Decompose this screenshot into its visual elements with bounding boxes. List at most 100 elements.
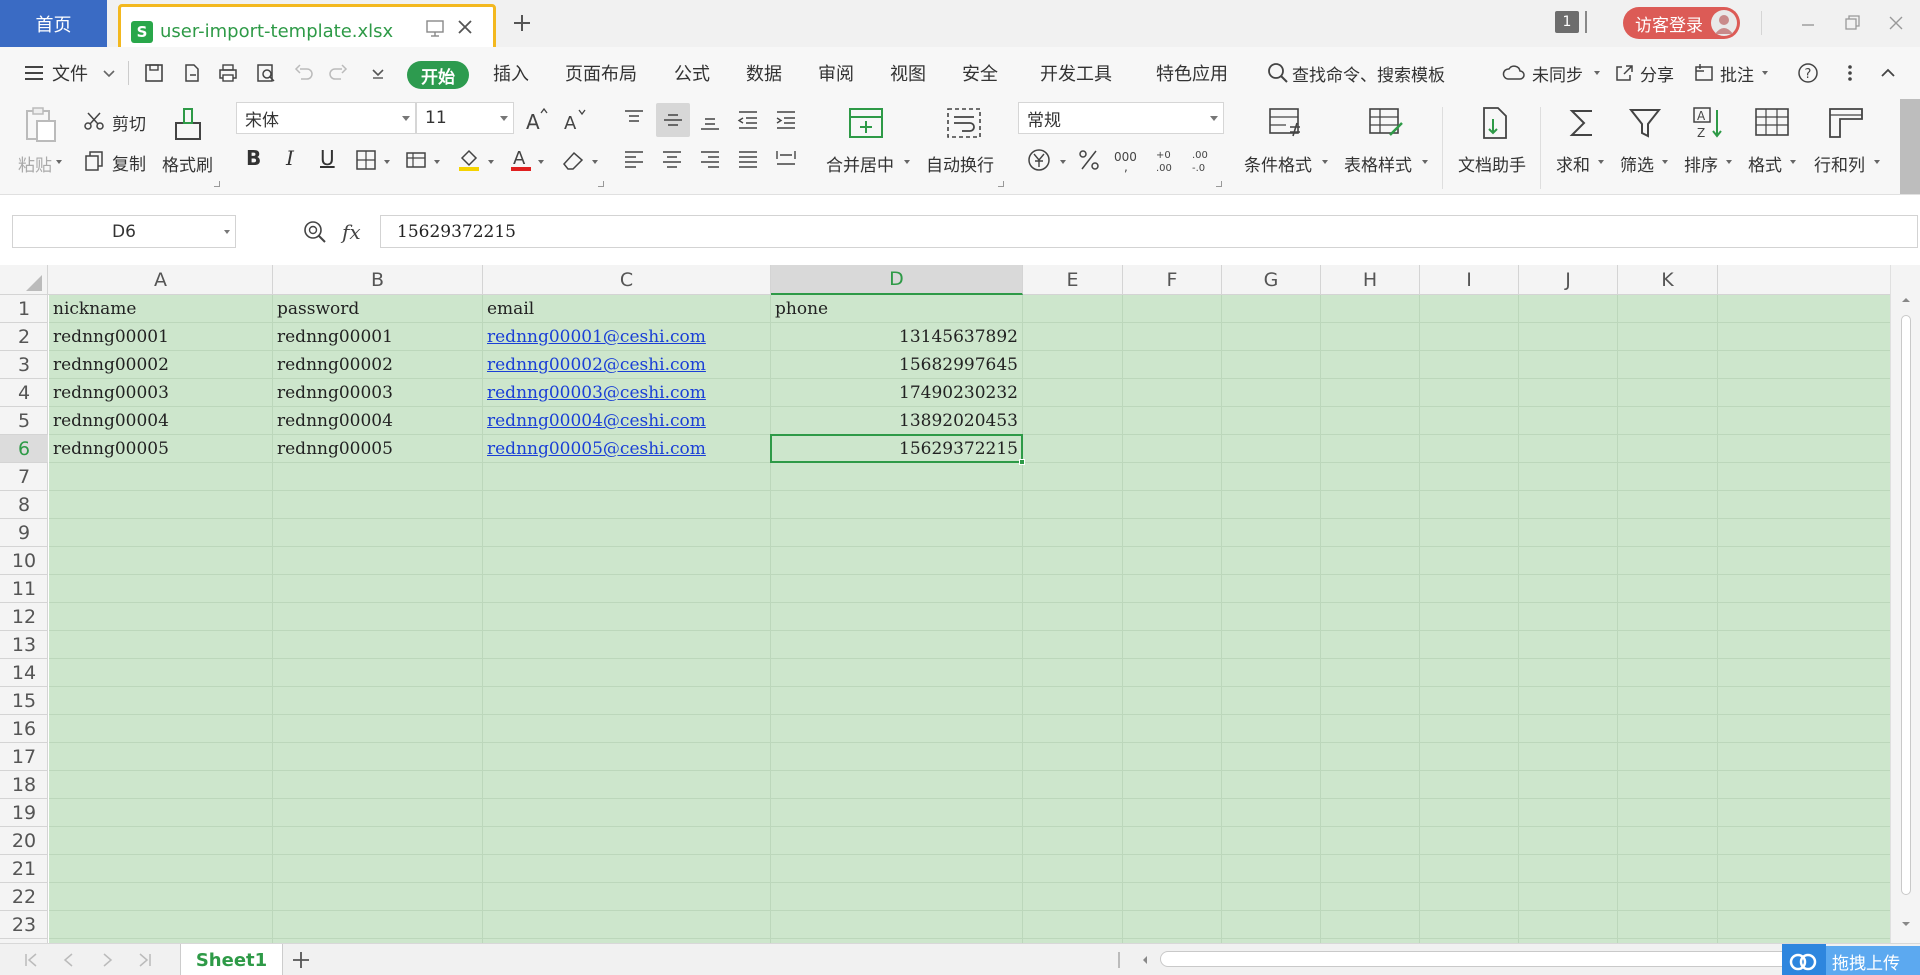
help-icon[interactable]: ? <box>1796 61 1820 85</box>
row-header-17[interactable]: 17 <box>0 743 48 771</box>
column-header-g[interactable]: G <box>1222 265 1321 295</box>
cell-b4[interactable]: rednng00003 <box>273 379 482 407</box>
number-format-select[interactable]: 常规 <box>1018 102 1224 134</box>
clipboard-group-launcher[interactable] <box>214 181 220 187</box>
window-count-badge[interactable]: 1 <box>1555 11 1579 33</box>
menu-security[interactable]: 安全 <box>962 47 998 99</box>
sort-icon[interactable]: AZ <box>1690 105 1726 141</box>
alignment-group-launcher[interactable] <box>998 181 1004 187</box>
row-header-2[interactable]: 2 <box>0 323 48 351</box>
row-header-20[interactable]: 20 <box>0 827 48 855</box>
chevron-down-icon[interactable] <box>1726 160 1732 164</box>
align-center-icon[interactable] <box>660 147 684 171</box>
row-header-6[interactable]: 6 <box>0 435 48 463</box>
share-icon[interactable] <box>1612 61 1636 85</box>
search-icon[interactable] <box>1266 61 1290 85</box>
prev-sheet-icon[interactable] <box>60 951 78 969</box>
copy-button[interactable]: 复制 <box>112 150 146 175</box>
distributed-align-icon[interactable] <box>774 147 798 171</box>
cut-button[interactable]: 剪切 <box>112 110 146 135</box>
cell-d3[interactable]: 15682997645 <box>771 351 1022 379</box>
sum-button[interactable]: 求和 <box>1556 151 1590 176</box>
vertical-scrollbar[interactable] <box>1890 265 1920 943</box>
menu-start[interactable]: 开始 <box>407 61 469 89</box>
row-col-icon[interactable] <box>1826 105 1866 141</box>
menu-special-apps[interactable]: 特色应用 <box>1156 47 1228 99</box>
row-header-19[interactable]: 19 <box>0 799 48 827</box>
select-all-button[interactable] <box>0 265 48 295</box>
format-painter-icon[interactable] <box>170 105 206 145</box>
collapse-ribbon-icon[interactable] <box>1876 61 1900 85</box>
row-header-1[interactable]: 1 <box>0 295 48 323</box>
horizontal-scrollbar[interactable] <box>1160 951 1800 967</box>
thousands-separator-icon[interactable]: 000, <box>1112 147 1142 173</box>
cell-a2[interactable]: rednng00001 <box>49 323 272 351</box>
font-group-launcher[interactable] <box>598 181 604 187</box>
vertical-scroll-thumb[interactable] <box>1901 315 1911 895</box>
underline-button[interactable]: U <box>320 146 335 170</box>
tab-home[interactable]: 首页 <box>0 0 107 47</box>
row-header-23[interactable]: 23 <box>0 911 48 939</box>
search-commands[interactable]: 查找命令、搜索模板 <box>1292 47 1445 99</box>
chevron-down-icon[interactable] <box>1322 160 1328 164</box>
row-header-3[interactable]: 3 <box>0 351 48 379</box>
format-icon[interactable] <box>1752 105 1792 141</box>
row-header-8[interactable]: 8 <box>0 491 48 519</box>
copy-icon[interactable] <box>82 149 106 173</box>
conditional-format-icon[interactable] <box>1266 105 1306 141</box>
column-header-h[interactable]: H <box>1321 265 1420 295</box>
row-col-button[interactable]: 行和列 <box>1814 151 1865 176</box>
decrease-indent-icon[interactable] <box>736 108 760 132</box>
decrease-decimal-icon[interactable]: .00-.0 <box>1188 147 1218 173</box>
font-color-icon[interactable]: A <box>508 146 534 172</box>
chevron-down-icon[interactable] <box>538 160 544 164</box>
wrap-text-button[interactable]: 自动换行 <box>926 151 994 176</box>
column-header-b[interactable]: B <box>273 265 483 295</box>
column-header-e[interactable]: E <box>1023 265 1123 295</box>
chevron-down-icon[interactable] <box>224 230 230 234</box>
redo-icon[interactable] <box>326 61 350 85</box>
restore-icon[interactable] <box>1840 11 1864 35</box>
chevron-down-icon[interactable] <box>1594 71 1600 75</box>
next-sheet-icon[interactable] <box>98 951 116 969</box>
eraser-icon[interactable] <box>560 147 586 173</box>
increase-font-icon[interactable]: A <box>524 107 550 133</box>
align-left-icon[interactable] <box>622 147 646 171</box>
scroll-down-icon[interactable] <box>1899 917 1913 931</box>
comment-icon[interactable] <box>1692 61 1716 85</box>
table-style-icon[interactable] <box>1366 105 1406 141</box>
comment-button[interactable]: 批注 <box>1720 47 1754 99</box>
row-header-14[interactable]: 14 <box>0 659 48 687</box>
share-button[interactable]: 分享 <box>1640 47 1674 99</box>
paste-icon[interactable] <box>20 105 60 145</box>
font-size-select[interactable]: 11 <box>416 102 514 134</box>
close-window-icon[interactable] <box>1884 11 1908 35</box>
cell-b3[interactable]: rednng00002 <box>273 351 482 379</box>
menu-data[interactable]: 数据 <box>746 47 782 99</box>
cell-b2[interactable]: rednng00001 <box>273 323 482 351</box>
sum-icon[interactable] <box>1564 105 1600 141</box>
chevron-down-icon[interactable] <box>434 160 440 164</box>
menu-insert[interactable]: 插入 <box>493 47 529 99</box>
column-header-a[interactable]: A <box>49 265 273 295</box>
ribbon-scroll[interactable] <box>1900 99 1920 194</box>
number-group-launcher[interactable] <box>1216 181 1222 187</box>
currency-icon[interactable] <box>1026 147 1052 173</box>
chevron-down-icon[interactable] <box>904 160 910 164</box>
save-icon[interactable] <box>142 61 166 85</box>
row-header-4[interactable]: 4 <box>0 379 48 407</box>
column-header-k[interactable]: K <box>1618 265 1718 295</box>
sheet-tab[interactable]: Sheet1 <box>180 944 283 975</box>
italic-button[interactable]: I <box>286 146 294 170</box>
add-sheet-icon[interactable] <box>290 949 312 971</box>
cell-style-icon[interactable] <box>404 148 428 172</box>
cell-b6[interactable]: rednng00005 <box>273 435 482 463</box>
bold-button[interactable]: B <box>246 146 261 170</box>
cell-d1[interactable]: phone <box>771 295 1022 323</box>
undo-icon[interactable] <box>292 61 316 85</box>
table-style-button[interactable]: 表格样式 <box>1344 151 1412 176</box>
cell-c5[interactable]: rednng00004@ceshi.com <box>483 407 770 435</box>
merge-center-button[interactable]: 合并居中 <box>826 151 894 176</box>
format-button[interactable]: 格式 <box>1748 151 1782 176</box>
first-sheet-icon[interactable] <box>22 951 40 969</box>
